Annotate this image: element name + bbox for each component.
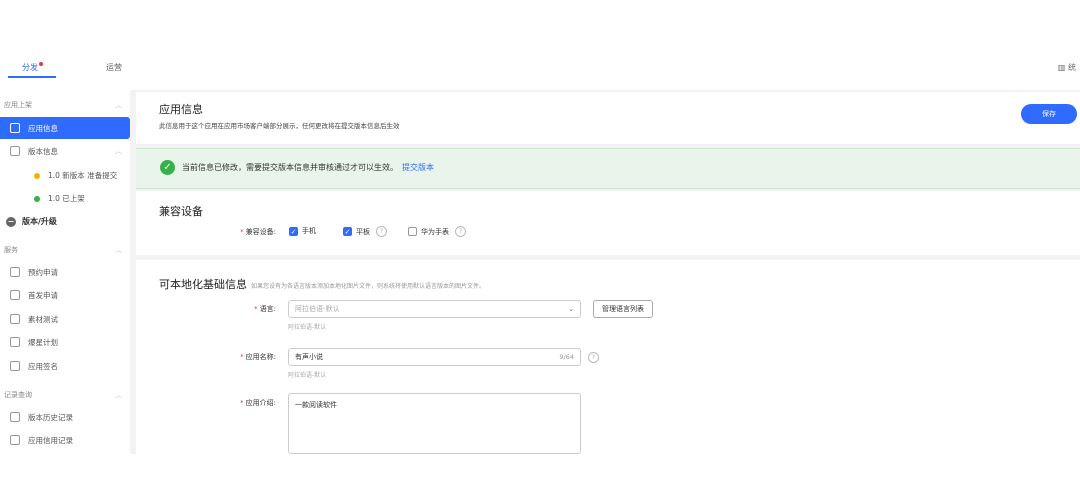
app-name-input[interactable]: 有声小说 9/64 (288, 348, 581, 366)
sidebar-item-star-plan[interactable]: 爆星计划 (0, 331, 130, 353)
stats-icon[interactable]: ▥ 统 (1058, 62, 1076, 73)
history-icon (10, 412, 20, 422)
localization-header: 可本地化基础信息 如果您设有为各语言版本添加本地化图片文件，则系统将使用默认语言版… (159, 273, 485, 292)
help-icon[interactable]: ? (455, 226, 466, 237)
manage-languages-button[interactable]: 管理语言列表 (593, 300, 653, 318)
sidebar-group-records[interactable]: 记录查询 (4, 390, 32, 400)
sidebar: 应用上架 ︿ 应用信息 版本信息 ︿ 1.0 新版本 准备提交 1.0 已上架 … (0, 90, 130, 454)
language-select-value: 阿拉伯语-默认 (295, 305, 340, 313)
status-dot-released (34, 195, 40, 202)
app-name-label-text: 应用名称: (245, 353, 276, 361)
sidebar-group-service[interactable]: 服务 (4, 245, 18, 255)
chevron-up-icon[interactable]: ︿ (115, 390, 122, 400)
checkbox-checked-icon: ✓ (289, 226, 298, 236)
sidebar-item-first-release[interactable]: 首发申请 (0, 284, 130, 306)
sidebar-subitem-label: 1.0 新版本 准备提交 (48, 171, 118, 180)
chevron-up-icon[interactable]: ︿ (115, 146, 122, 156)
compat-section-title: 兼容设备 (159, 205, 203, 218)
app-name-field-label: * 应用名称: (240, 353, 276, 361)
sidebar-item-label: 应用信息 (28, 123, 58, 133)
notice-text: 当前信息已修改，需要提交版本信息并审核通过才可以生效。 (182, 163, 398, 172)
image-test-icon (10, 314, 20, 324)
sidebar-item-version-history[interactable]: 版本历史记录 (0, 406, 130, 428)
credit-icon (10, 435, 20, 445)
sidebar-item-label: 应用信用记录 (28, 435, 73, 445)
sidebar-item-reservation[interactable]: 预约申请 (0, 261, 130, 283)
help-icon[interactable]: ? (376, 226, 387, 237)
chevron-up-icon[interactable]: ︿ (115, 245, 122, 255)
compat-card (136, 191, 1080, 255)
compat-label-text: 兼容设备: (245, 228, 276, 236)
reservation-icon (10, 267, 20, 277)
submit-version-link[interactable]: 提交版本 (402, 163, 434, 172)
checkbox-unchecked-icon (408, 227, 417, 236)
sidebar-item-material-test[interactable]: 素材测试 (0, 308, 130, 330)
sidebar-item-label: 素材测试 (28, 314, 58, 324)
checkbox-watch[interactable]: 华为手表? (408, 226, 466, 237)
tab-distribute-label: 分发 (22, 63, 38, 72)
tab-distribute[interactable]: 分发 (22, 62, 43, 73)
localization-desc: 如果您设有为各语言版本添加本地化图片文件，则系统将使用默认语言版本的图片文件。 (251, 283, 486, 290)
notice-message: 当前信息已修改，需要提交版本信息并审核通过才可以生效。 提交版本 (182, 162, 434, 173)
star-plan-icon (10, 337, 20, 347)
sidebar-item-label: 预约申请 (28, 267, 58, 277)
app-intro-textarea[interactable]: 一款阅读软件 (288, 393, 581, 454)
page-subtitle: 此信息用于这个应用在应用市场客户端部分展示，任何更改将在提交版本信息后生效 (159, 122, 400, 130)
sidebar-item-label: 应用签名 (28, 361, 58, 371)
status-dot-pending (34, 172, 40, 179)
check-circle-icon: ✓ (160, 160, 175, 175)
checkbox-label: 平板 (356, 227, 370, 236)
sidebar-item-label: 版本/升级 (22, 217, 57, 226)
modified-notice: ✓ 当前信息已修改，需要提交版本信息并审核通过才可以生效。 提交版本 (136, 148, 1080, 189)
checkbox-checked-icon: ✓ (343, 227, 352, 236)
char-counter: 9/64 (559, 353, 574, 361)
minus-circle-icon: − (6, 216, 16, 227)
signature-icon (10, 361, 20, 371)
sidebar-item-label: 爆星计划 (28, 337, 58, 347)
sidebar-subitem-new-version[interactable]: 1.0 新版本 准备提交 (34, 170, 117, 181)
sidebar-item-app-info[interactable]: 应用信息 (0, 117, 130, 139)
notification-dot (39, 62, 43, 66)
checkbox-label: 华为手表 (421, 227, 449, 236)
sidebar-item-label: 版本信息 (28, 146, 58, 156)
page-title: 应用信息 (159, 103, 203, 116)
app-intro-field-label: * 应用介绍: (240, 399, 276, 407)
checkbox-label: 手机 (302, 227, 316, 235)
checkbox-tablet[interactable]: ✓ 平板? (343, 226, 387, 237)
language-label-text: 语言: (259, 305, 276, 313)
sidebar-item-app-signing[interactable]: 应用签名 (0, 355, 130, 377)
sidebar-group-app-listing[interactable]: 应用上架 (4, 100, 32, 110)
sidebar-item-label: 版本历史记录 (28, 412, 73, 422)
sidebar-item-version-info[interactable]: 版本信息 (0, 140, 130, 162)
app-intro-value: 一款阅读软件 (295, 401, 337, 409)
checkbox-phone[interactable]: ✓ 手机 (289, 226, 316, 236)
save-button[interactable]: 保存 (1021, 104, 1077, 124)
app-intro-label-text: 应用介绍: (245, 399, 276, 407)
chevron-down-icon: ⌄ (568, 305, 574, 313)
app-name-hint: 阿拉伯语-默认 (288, 372, 327, 379)
sidebar-subitem-label: 1.0 已上架 (48, 194, 85, 203)
top-tabs-bar: 分发 运营 ▥ 统 (0, 58, 1080, 80)
language-field-label: * 语言: (254, 305, 276, 313)
compat-field-label: * 兼容设备: (240, 228, 276, 236)
help-icon[interactable]: ? (588, 352, 599, 363)
language-hint: 阿拉伯语-默认 (288, 324, 327, 331)
active-tab-indicator (8, 76, 56, 78)
document-icon (10, 123, 20, 133)
app-name-value: 有声小说 (295, 353, 323, 361)
sidebar-item-credit-record[interactable]: 应用信用记录 (0, 429, 130, 451)
stats-label: 统 (1068, 63, 1076, 72)
tab-operations[interactable]: 运营 (106, 62, 122, 73)
version-icon (10, 146, 20, 156)
header-card (136, 92, 1080, 144)
sidebar-item-label: 首发申请 (28, 290, 58, 300)
sidebar-subitem-released[interactable]: 1.0 已上架 (34, 193, 85, 204)
sidebar-item-upgrade[interactable]: − 版本/升级 (6, 216, 57, 227)
first-release-icon (10, 290, 20, 300)
chevron-up-icon[interactable]: ︿ (115, 100, 122, 110)
localization-title: 可本地化基础信息 (159, 278, 247, 291)
language-select[interactable]: 阿拉伯语-默认 ⌄ (288, 300, 581, 318)
